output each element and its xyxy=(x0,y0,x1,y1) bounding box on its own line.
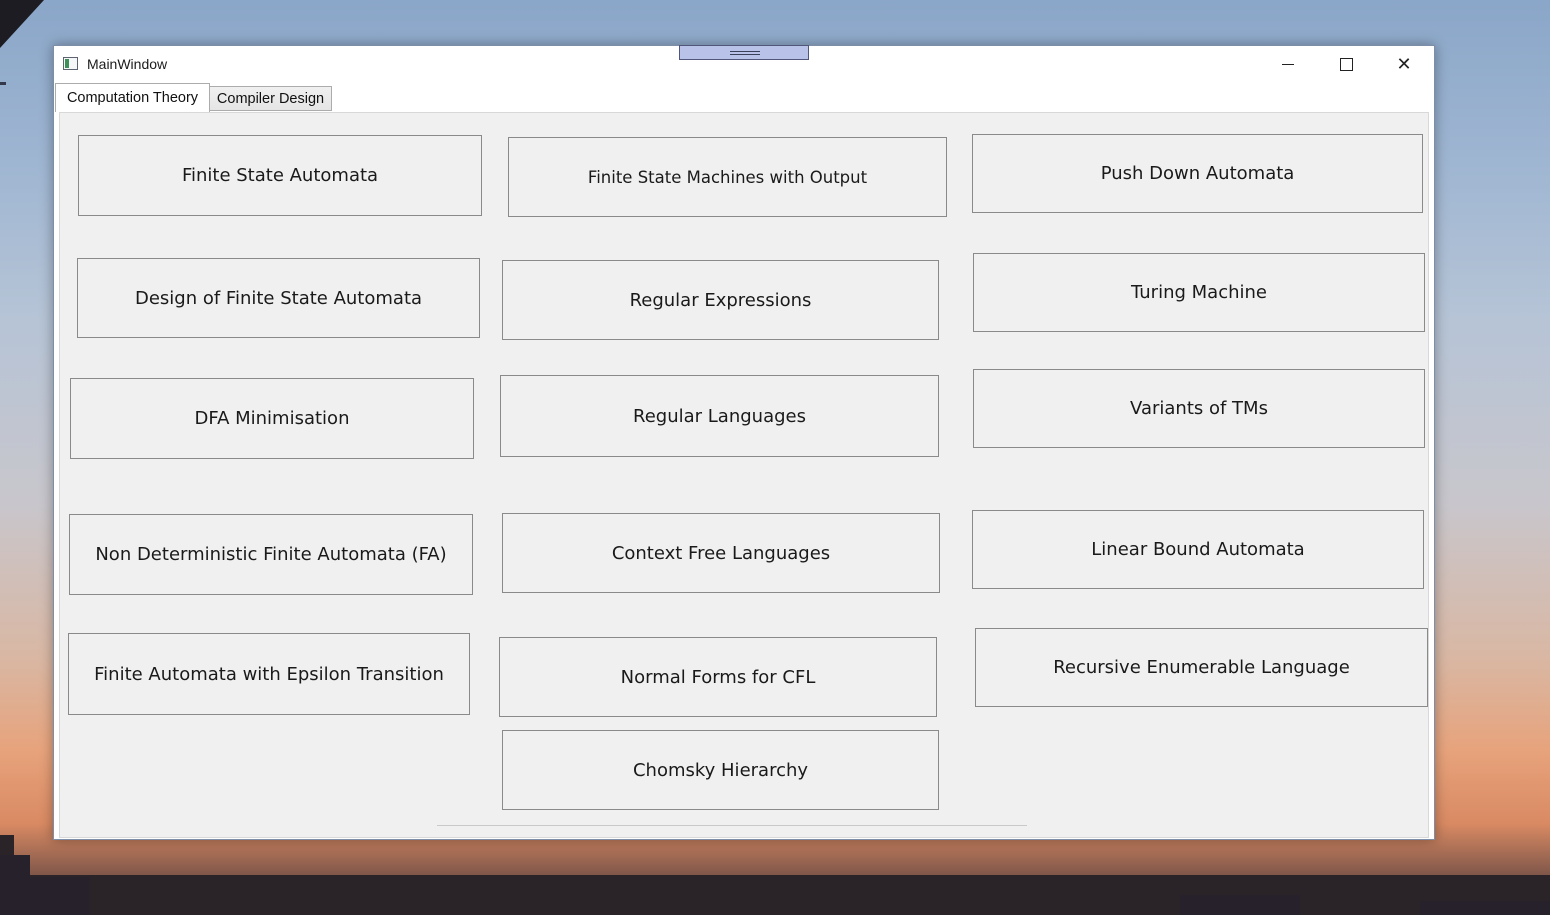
tab-compiler-design[interactable]: Compiler Design xyxy=(209,86,332,111)
app-window-icon[interactable] xyxy=(63,57,78,70)
close-button[interactable]: ✕ xyxy=(1375,46,1433,82)
minimize-button[interactable] xyxy=(1259,46,1317,82)
close-icon: ✕ xyxy=(1396,53,1412,75)
maximize-button[interactable] xyxy=(1317,46,1375,82)
minimize-icon xyxy=(1282,63,1294,65)
fa-epsilon-button[interactable]: Finite Automata with Epsilon Transition xyxy=(68,633,470,715)
turing-machine-button[interactable]: Turing Machine xyxy=(973,253,1425,332)
tab-content-panel: Finite State Automata Design of Finite S… xyxy=(59,112,1429,838)
push-down-automata-button[interactable]: Push Down Automata xyxy=(972,134,1423,213)
variants-of-tms-button[interactable]: Variants of TMs xyxy=(973,369,1425,448)
divider-line xyxy=(437,825,1027,826)
recursive-enumerable-button[interactable]: Recursive Enumerable Language xyxy=(975,628,1428,707)
desktop-edge-mark xyxy=(0,82,6,85)
window-title: MainWindow xyxy=(87,56,168,72)
regular-expressions-button[interactable]: Regular Expressions xyxy=(502,260,939,340)
regular-languages-button[interactable]: Regular Languages xyxy=(500,375,939,457)
tab-computation-theory[interactable]: Computation Theory xyxy=(55,83,210,112)
context-free-languages-button[interactable]: Context Free Languages xyxy=(502,513,940,593)
title-bar[interactable]: MainWindow ✕ xyxy=(54,45,1434,84)
linear-bound-automata-button[interactable]: Linear Bound Automata xyxy=(972,510,1424,589)
tab-strip: Computation Theory Compiler Design xyxy=(54,83,1434,112)
finite-state-automata-button[interactable]: Finite State Automata xyxy=(78,135,482,216)
nfa-button[interactable]: Non Deterministic Finite Automata (FA) xyxy=(69,514,473,595)
desktop-skyline xyxy=(0,835,1550,915)
drag-grip-handle[interactable] xyxy=(679,45,809,60)
fsm-with-output-button[interactable]: Finite State Machines with Output xyxy=(508,137,947,217)
normal-forms-cfl-button[interactable]: Normal Forms for CFL xyxy=(499,637,937,717)
maximize-icon xyxy=(1339,57,1353,71)
desktop-corner-shadow xyxy=(0,0,44,48)
main-window: MainWindow ✕ Computation Theory Compiler… xyxy=(53,45,1435,840)
dfa-minimisation-button[interactable]: DFA Minimisation xyxy=(70,378,474,459)
chomsky-hierarchy-button[interactable]: Chomsky Hierarchy xyxy=(502,730,939,810)
design-fsa-button[interactable]: Design of Finite State Automata xyxy=(77,258,480,338)
